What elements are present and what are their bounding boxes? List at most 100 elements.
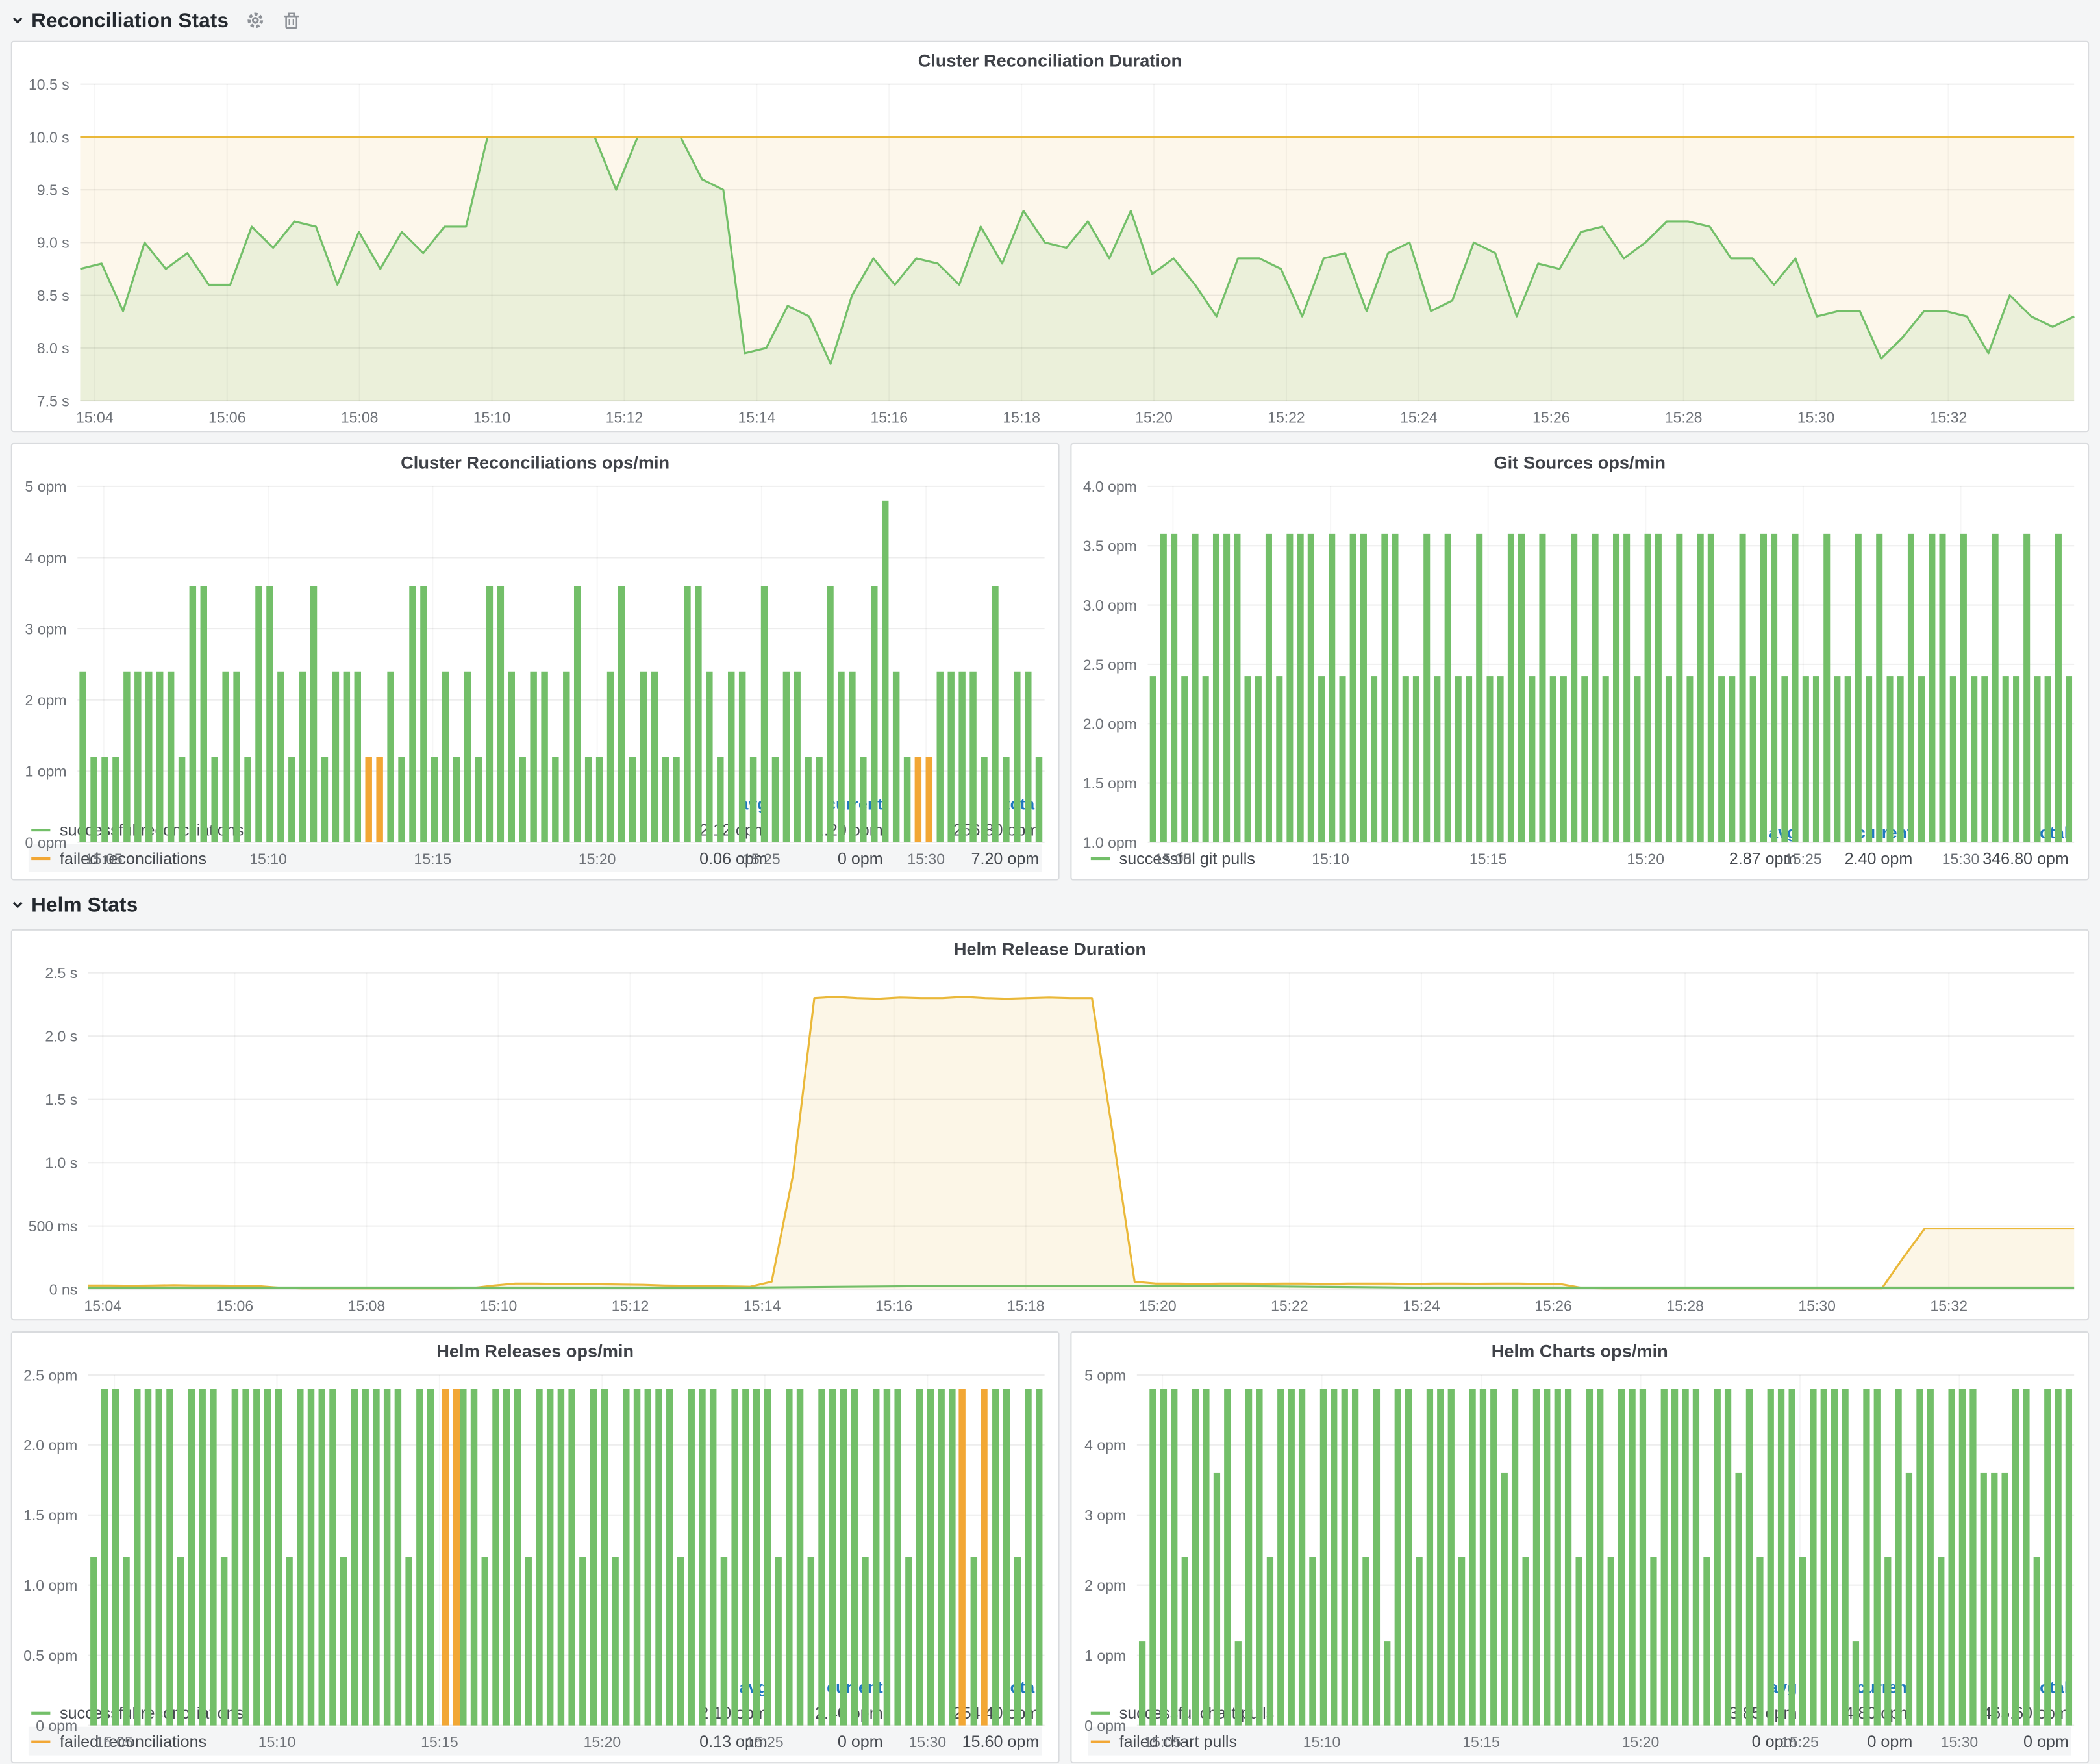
svg-text:8.0 s: 8.0 s [37, 340, 69, 357]
svg-text:15:12: 15:12 [612, 1298, 649, 1315]
svg-text:15:10: 15:10 [473, 409, 511, 426]
svg-text:0 opm: 0 opm [36, 1717, 77, 1734]
svg-text:3.5 opm: 3.5 opm [1083, 538, 1137, 555]
svg-text:15:26: 15:26 [1532, 409, 1570, 426]
svg-text:15:05: 15:05 [95, 1733, 133, 1750]
svg-text:15:30: 15:30 [908, 1733, 946, 1750]
svg-text:15:08: 15:08 [348, 1298, 386, 1315]
svg-text:1 opm: 1 opm [25, 763, 67, 780]
trash-icon[interactable] [283, 11, 301, 30]
svg-text:500 ms: 500 ms [29, 1218, 77, 1235]
svg-text:15:10: 15:10 [1312, 850, 1349, 867]
svg-text:0 ns: 0 ns [49, 1281, 77, 1298]
svg-text:15:15: 15:15 [414, 850, 452, 867]
svg-text:0.5 opm: 0.5 opm [23, 1647, 77, 1664]
svg-text:15:20: 15:20 [584, 1733, 621, 1750]
svg-text:1.5 opm: 1.5 opm [1083, 775, 1137, 792]
svg-text:15:10: 15:10 [480, 1298, 518, 1315]
svg-text:4.0 opm: 4.0 opm [1083, 478, 1137, 495]
svg-text:15:05: 15:05 [1144, 1733, 1181, 1750]
chart-svg: 1.0 opm1.5 opm2.0 opm2.5 opm3.0 opm3.5 o… [1071, 475, 2088, 872]
chart-svg: 0 opm1 opm2 opm3 opm4 opm5 opm15:0515:10… [1071, 1364, 2088, 1755]
svg-text:15:24: 15:24 [1403, 1298, 1440, 1315]
svg-text:5 opm: 5 opm [1084, 1367, 1126, 1383]
svg-text:2.0 opm: 2.0 opm [1083, 716, 1137, 733]
svg-text:2 opm: 2 opm [25, 692, 67, 709]
panel-cluster-reconciliations-opm: Cluster Reconciliations ops/min 0 opm 1 o… [11, 443, 1060, 881]
helm-release-duration-chart[interactable]: 0 ns500 ms1.0 s1.5 s2.0 s2.5 s15:0415:06… [12, 962, 2088, 1319]
svg-text:15:05: 15:05 [1155, 850, 1192, 867]
svg-text:1.0 opm: 1.0 opm [23, 1577, 77, 1594]
chart-svg: 7.5 s8.0 s8.5 s9.0 s9.5 s10.0 s10.5 s15:… [12, 73, 2088, 431]
svg-text:15:20: 15:20 [1622, 1733, 1660, 1750]
svg-text:15:06: 15:06 [208, 409, 246, 426]
svg-text:15:22: 15:22 [1271, 1298, 1308, 1315]
panel-helm-charts-opm: Helm Charts ops/min 0 opm1 opm2 opm3 opm… [1070, 1331, 2089, 1763]
svg-text:15:14: 15:14 [744, 1298, 781, 1315]
cluster-reconciliations-chart[interactable]: 0 opm1 opm2 opm3 opm4 opm5 opm15:0515:10… [12, 475, 1058, 792]
panel-title[interactable]: Helm Charts ops/min [1071, 1333, 2088, 1364]
section-header-helm-stats[interactable]: Helm Stats [11, 880, 2089, 929]
svg-text:15:20: 15:20 [1135, 409, 1173, 426]
svg-text:15:04: 15:04 [76, 409, 114, 426]
svg-text:15:10: 15:10 [258, 1733, 296, 1750]
svg-text:15:28: 15:28 [1666, 1298, 1704, 1315]
svg-text:15:32: 15:32 [1930, 409, 1968, 426]
git-sources-chart[interactable]: 1.0 opm1.5 opm2.0 opm2.5 opm3.0 opm3.5 o… [1071, 475, 2088, 820]
svg-text:15:15: 15:15 [1469, 850, 1507, 867]
svg-text:3.0 opm: 3.0 opm [1083, 597, 1137, 614]
svg-text:15:18: 15:18 [1007, 1298, 1045, 1315]
svg-text:3 opm: 3 opm [25, 620, 67, 637]
panel-title[interactable]: Helm Release Duration [12, 931, 2088, 962]
chart-svg: 0 opm 0.5 opm 1.0 opm 1.5 opm 2.0 opm 2.5 opm… [12, 1364, 1058, 1755]
svg-text:9.0 s: 9.0 s [37, 234, 69, 251]
svg-text:15:30: 15:30 [1798, 1298, 1836, 1315]
svg-text:15:32: 15:32 [1930, 1298, 1968, 1315]
svg-text:15:30: 15:30 [1942, 850, 1980, 867]
svg-text:0 opm: 0 opm [25, 834, 67, 851]
svg-text:0 opm: 0 opm [1084, 1717, 1126, 1734]
panel-title[interactable]: Git Sources ops/min [1071, 444, 2088, 475]
svg-text:15:15: 15:15 [421, 1733, 458, 1750]
svg-text:15:10: 15:10 [249, 850, 287, 867]
svg-text:15:14: 15:14 [738, 409, 776, 426]
svg-text:15:30: 15:30 [1797, 409, 1835, 426]
svg-text:15:25: 15:25 [1781, 1733, 1819, 1750]
svg-text:2.0 opm: 2.0 opm [23, 1437, 77, 1454]
svg-text:4 opm: 4 opm [25, 549, 67, 566]
svg-text:15:15: 15:15 [1462, 1733, 1500, 1750]
svg-text:15:16: 15:16 [875, 1298, 913, 1315]
chart-svg: 0 opm 1 opm 2 opm 3 opm 4 opm 5 opm 15:05 15:10… [12, 475, 1058, 872]
section-header-reconciliation-stats[interactable]: Reconciliation Stats [11, 0, 2089, 41]
svg-text:15:05: 15:05 [85, 850, 123, 867]
gear-icon[interactable] [246, 11, 265, 30]
svg-text:15:06: 15:06 [216, 1298, 254, 1315]
panel-title[interactable]: Cluster Reconciliation Duration [12, 42, 2088, 73]
svg-text:15:26: 15:26 [1534, 1298, 1572, 1315]
svg-text:1.5 opm: 1.5 opm [23, 1507, 77, 1524]
svg-text:15:10: 15:10 [1303, 1733, 1341, 1750]
svg-text:5 opm: 5 opm [25, 478, 67, 495]
panel-title[interactable]: Cluster Reconciliations ops/min [12, 444, 1058, 475]
chevron-down-icon [11, 898, 25, 912]
svg-text:15:28: 15:28 [1665, 409, 1703, 426]
svg-text:2.0 s: 2.0 s [45, 1028, 77, 1045]
panel-cluster-reconciliation-duration: Cluster Reconciliation Duration 7.5 s8.0… [11, 41, 2089, 432]
svg-text:15:25: 15:25 [1784, 850, 1822, 867]
svg-text:2.5 opm: 2.5 opm [23, 1367, 77, 1383]
chart-svg: 0 ns500 ms1.0 s1.5 s2.0 s2.5 s15:0415:06… [12, 962, 2088, 1319]
svg-text:15:04: 15:04 [84, 1298, 122, 1315]
helm-charts-chart[interactable]: 0 opm1 opm2 opm3 opm4 opm5 opm15:0515:10… [1071, 1364, 2088, 1675]
svg-text:15:25: 15:25 [746, 1733, 784, 1750]
panel-title[interactable]: Helm Releases ops/min [12, 1333, 1058, 1364]
svg-text:15:20: 15:20 [1627, 850, 1664, 867]
panel-helm-releases-opm: Helm Releases ops/min 0 opm 0.5 opm 1.0 op… [11, 1331, 1060, 1763]
svg-text:2.5 s: 2.5 s [45, 964, 77, 981]
dashboard: Reconciliation Stats Cluster Reconciliat… [0, 0, 2100, 1763]
svg-text:2.5 opm: 2.5 opm [1083, 656, 1137, 673]
svg-text:1.5 s: 1.5 s [45, 1091, 77, 1108]
helm-releases-chart[interactable]: 0 opm0.5 opm1.0 opm1.5 opm2.0 opm2.5 opm… [12, 1364, 1058, 1675]
svg-text:15:20: 15:20 [1139, 1298, 1177, 1315]
cluster-reconciliation-duration-chart[interactable]: 7.5 s8.0 s8.5 s9.0 s9.5 s10.0 s10.5 s15:… [12, 73, 2088, 431]
panel-git-sources-opm: Git Sources ops/min 1.0 opm1.5 opm2.0 op… [1070, 443, 2089, 881]
